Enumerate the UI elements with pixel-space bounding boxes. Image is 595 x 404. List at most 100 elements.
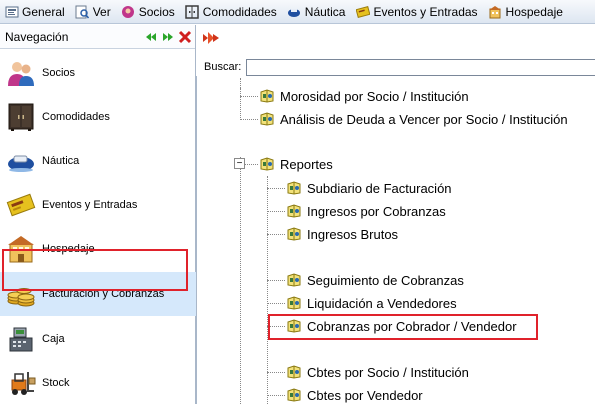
navigation-title: Navegación	[5, 29, 69, 44]
coins-icon	[4, 277, 38, 311]
forklift-icon	[4, 366, 38, 400]
menu-nautica[interactable]: Náutica	[283, 0, 352, 24]
tree-guide-line	[240, 78, 241, 88]
comodidades-icon	[185, 4, 200, 19]
menu-hospedaje[interactable]: Hospedaje	[484, 0, 569, 24]
tree-node[interactable]: Ingresos Brutos	[285, 224, 398, 244]
nav-item-label: Eventos y Entradas	[42, 199, 138, 211]
navigation-header: Navegación	[0, 25, 195, 49]
tree-node-label: Ingresos por Cobranzas	[307, 203, 446, 219]
tree-node[interactable]: Cbtes por Socio / Institución	[285, 362, 469, 382]
tree-guide-line	[240, 88, 241, 118]
tree-node-label: Cobranzas por Cobrador / Vendedor	[307, 318, 517, 334]
eventos-icon	[355, 4, 370, 19]
menu-comodidades-label: Comodidades	[202, 4, 277, 19]
tree-guide-line	[240, 169, 241, 404]
report-folder-icon	[258, 156, 275, 172]
tree-node[interactable]: Subdiario de Facturación	[285, 178, 452, 198]
general-icon	[4, 4, 19, 19]
nav-item-label: Socios	[42, 67, 76, 79]
report-icon	[285, 226, 302, 242]
hotel-icon	[4, 232, 38, 266]
menu-bar: General Ver Socios Comodidades Náutica E…	[0, 0, 595, 24]
search-label: Buscar:	[204, 61, 242, 73]
tree-node-label: Cbtes por Socio / Institución	[307, 364, 469, 380]
report-tree: − Morosidad por Socio / Institución Anál…	[197, 78, 595, 404]
report-icon	[285, 318, 302, 334]
menu-hospedaje-label: Hospedaje	[505, 4, 563, 19]
search-input[interactable]	[246, 59, 595, 76]
tree-branch	[267, 326, 285, 327]
tree-branch	[267, 188, 285, 189]
collapse-left-icon[interactable]	[144, 30, 158, 44]
menu-eventos-label: Eventos y Entradas	[373, 4, 478, 19]
tree-node-label: Seguimiento de Cobranzas	[307, 272, 464, 288]
tree-branch	[240, 119, 258, 120]
wardrobe-icon	[4, 100, 38, 134]
report-icon	[285, 387, 302, 403]
nav-item-facturacion[interactable]: Facturación y Cobranzas	[0, 272, 196, 316]
menu-socios-label: Socios	[138, 4, 175, 19]
expand-right-icon[interactable]	[161, 30, 175, 44]
nav-item-nautica[interactable]: Náutica	[0, 139, 196, 183]
expand-all-icon[interactable]	[202, 31, 220, 48]
tree-branch	[267, 303, 285, 304]
tree-node[interactable]: Liquidación a Vendedores	[285, 293, 457, 313]
nav-item-comodidades[interactable]: Comodidades	[0, 95, 196, 139]
nav-item-caja[interactable]: Caja	[0, 317, 196, 361]
cash-register-icon	[4, 322, 38, 356]
navigation-panel: Navegación Socios Comodidades Náutica Ev…	[0, 25, 196, 404]
collapse-toggle[interactable]: −	[234, 158, 245, 169]
tree-node[interactable]: Ingresos por Cobranzas	[285, 201, 446, 221]
tree-node[interactable]: Cbtes por Vendedor	[285, 385, 423, 404]
report-icon	[285, 364, 302, 380]
tree-branch	[267, 372, 285, 373]
tree-node-label: Análisis de Deuda a Vencer por Socio / I…	[280, 111, 568, 127]
tree-branch	[267, 234, 285, 235]
menu-nautica-label: Náutica	[304, 4, 346, 19]
report-icon	[258, 111, 275, 127]
menu-general[interactable]: General	[0, 0, 71, 24]
close-icon[interactable]	[178, 30, 192, 44]
tree-node-label: Ingresos Brutos	[307, 226, 399, 242]
tree-node-label: Subdiario de Facturación	[307, 180, 452, 196]
nautica-icon	[287, 4, 302, 19]
menu-ver[interactable]: Ver	[71, 0, 117, 24]
nav-item-hospedaje[interactable]: Hospedaje	[0, 227, 196, 271]
report-icon	[285, 180, 302, 196]
tree-branch	[267, 211, 285, 212]
nav-item-label: Hospedaje	[42, 243, 95, 255]
report-icon	[285, 295, 302, 311]
nav-item-label: Facturación y Cobranzas	[42, 288, 165, 300]
nav-item-label: Caja	[42, 333, 65, 345]
boat-icon	[4, 144, 38, 178]
nav-item-stock[interactable]: Stock	[0, 361, 196, 404]
tree-branch	[267, 395, 285, 396]
menu-socios[interactable]: Socios	[117, 0, 181, 24]
report-icon	[285, 203, 302, 219]
tree-node-label: Morosidad por Socio / Institución	[280, 88, 469, 104]
tree-node-cobranzas-por-cobrador[interactable]: Cobranzas por Cobrador / Vendedor	[285, 316, 517, 336]
socios-icon	[121, 4, 136, 19]
tree-node[interactable]: Morosidad por Socio / Institución	[258, 86, 469, 106]
tree-node[interactable]: Análisis de Deuda a Vencer por Socio / I…	[258, 109, 568, 129]
view-icon	[75, 4, 90, 19]
tree-node-label: Reportes	[280, 156, 333, 172]
menu-comodidades[interactable]: Comodidades	[181, 0, 283, 24]
people-icon	[4, 56, 38, 90]
tree-node-label: Liquidación a Vendedores	[307, 295, 457, 311]
ticket-icon	[4, 188, 38, 222]
content-toolbar	[197, 25, 595, 56]
tree-node-label: Cbtes por Vendedor	[307, 387, 423, 403]
menu-eventos[interactable]: Eventos y Entradas	[351, 0, 483, 24]
nav-item-eventos[interactable]: Eventos y Entradas	[0, 183, 196, 227]
tree-branch	[267, 280, 285, 281]
tree-branch	[240, 96, 258, 97]
tree-node[interactable]: Seguimiento de Cobranzas	[285, 270, 464, 290]
nav-item-label: Stock	[42, 377, 70, 389]
hospedaje-icon	[488, 4, 503, 19]
nav-item-socios[interactable]: Socios	[0, 51, 196, 95]
report-icon	[258, 88, 275, 104]
tree-branch	[244, 164, 258, 165]
tree-node-reportes[interactable]: Reportes	[258, 154, 333, 174]
